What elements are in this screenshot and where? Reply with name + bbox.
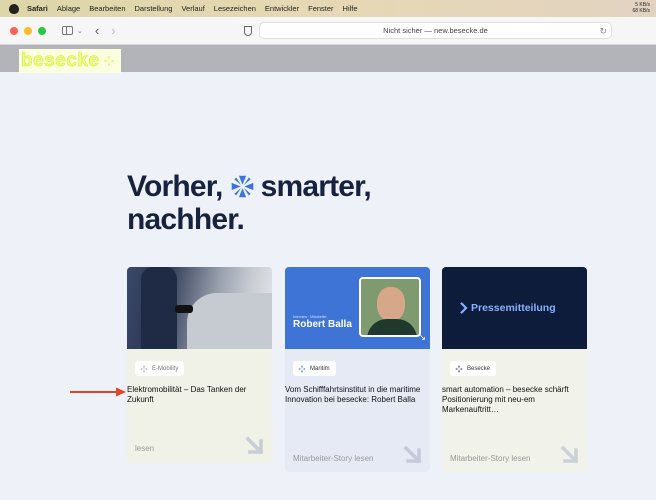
portrait-photo [359, 277, 421, 337]
ev-charging-image [127, 267, 272, 349]
site-header: besecke [0, 45, 656, 73]
article-card-emobility[interactable]: E-Mobility Elektromobilität – Das Tanken… [127, 267, 272, 463]
hero-word-vorher: Vorher, [127, 170, 223, 203]
menu-entwickler[interactable]: Entwickler [265, 4, 299, 13]
hero-word-nachher: nachher. [127, 203, 245, 236]
charging-plug-shape [175, 305, 193, 313]
tag-mark-icon [140, 365, 148, 372]
person-shape [141, 267, 177, 349]
card-title[interactable]: Vom Schifffahrtsinstitut in die maritime… [285, 385, 425, 405]
menu-hilfe[interactable]: Hilfe [343, 4, 358, 13]
hero-headline: Vorher, smarter, nachher. [127, 170, 372, 236]
address-bar[interactable]: Nicht sicher — new.besecke.de ↻ [259, 22, 612, 39]
portrait-name: Robert Balla [293, 319, 352, 330]
car-shape [187, 293, 272, 349]
sidebar-toggle-icon[interactable] [62, 26, 73, 35]
category-tag-label: E-Mobility [152, 365, 179, 372]
article-card-maritim[interactable]: Interview · Mitarbeiter Robert Balla ↘ M… [285, 267, 430, 472]
logo-mark-icon [103, 56, 114, 66]
menu-ablage[interactable]: Ablage [57, 4, 80, 13]
menu-app-safari[interactable]: Safari [27, 4, 48, 13]
forward-button[interactable]: › [111, 24, 115, 37]
portrait-image: Interview · Mitarbeiter Robert Balla ↘ [285, 267, 430, 349]
shirt-shape [367, 319, 417, 335]
category-tag[interactable]: Besecke [450, 361, 497, 376]
net-down-rate: 68 KB/s [632, 7, 650, 14]
apple-icon[interactable] [9, 3, 19, 14]
face-shape [377, 287, 405, 321]
privacy-shield-icon[interactable] [244, 26, 252, 36]
arrow-down-right-icon[interactable] [402, 444, 424, 466]
press-release-label: Pressemitteilung [471, 302, 556, 314]
category-tag[interactable]: E-Mobility [135, 361, 185, 376]
reload-icon[interactable]: ↻ [599, 26, 607, 37]
close-window-button[interactable] [10, 26, 18, 35]
browser-toolbar: ⌄ ‹ › Nicht sicher — new.besecke.de ↻ [0, 17, 656, 45]
back-button[interactable]: ‹ [95, 24, 99, 37]
minimize-window-button[interactable] [24, 26, 32, 35]
category-tag[interactable]: Maritim [293, 361, 336, 376]
network-monitor[interactable]: 5 KB/s 68 KB/s [632, 2, 650, 14]
card-title[interactable]: smart automation – besecke schärft Posit… [442, 385, 582, 415]
chevron-right-icon [460, 302, 468, 314]
site-logo[interactable]: besecke [19, 49, 121, 73]
corner-arrow-icon: ↘ [418, 332, 426, 342]
category-tag-label: Maritim [310, 365, 330, 372]
menu-lesezeichen[interactable]: Lesezeichen [214, 4, 256, 13]
arrow-down-right-icon[interactable] [559, 444, 581, 466]
annotation-arrow-icon [70, 387, 126, 397]
tag-mark-icon [455, 365, 463, 372]
zoom-window-button[interactable] [38, 26, 46, 35]
address-bar-text: Nicht sicher — new.besecke.de [383, 26, 488, 35]
chevron-down-icon[interactable]: ⌄ [77, 27, 83, 35]
hero-word-smarter: smarter, [260, 170, 372, 203]
menu-verlauf[interactable]: Verlauf [181, 4, 204, 13]
card-title[interactable]: Elektromobilität – Das Tanken der Zukunf… [127, 385, 267, 405]
menu-fenster[interactable]: Fenster [308, 4, 333, 13]
macos-menu-bar: Safari Ablage Bearbeiten Darstellung Ver… [0, 0, 656, 17]
article-card-press[interactable]: Pressemitteilung Besecke smart automatio… [442, 267, 587, 472]
menu-darstellung[interactable]: Darstellung [135, 4, 173, 13]
press-release-image: Pressemitteilung [442, 267, 587, 349]
card-read-link[interactable]: lesen [135, 444, 154, 453]
arrow-down-right-icon[interactable] [244, 435, 266, 457]
category-tag-label: Besecke [467, 365, 491, 372]
card-read-link[interactable]: Mitarbeiter-Story lesen [293, 454, 373, 463]
logo-text: besecke [21, 50, 100, 72]
card-read-link[interactable]: Mitarbeiter-Story lesen [450, 454, 530, 463]
menu-bearbeiten[interactable]: Bearbeiten [89, 4, 125, 13]
besecke-mark-icon [231, 175, 253, 198]
tag-mark-icon [298, 365, 306, 372]
